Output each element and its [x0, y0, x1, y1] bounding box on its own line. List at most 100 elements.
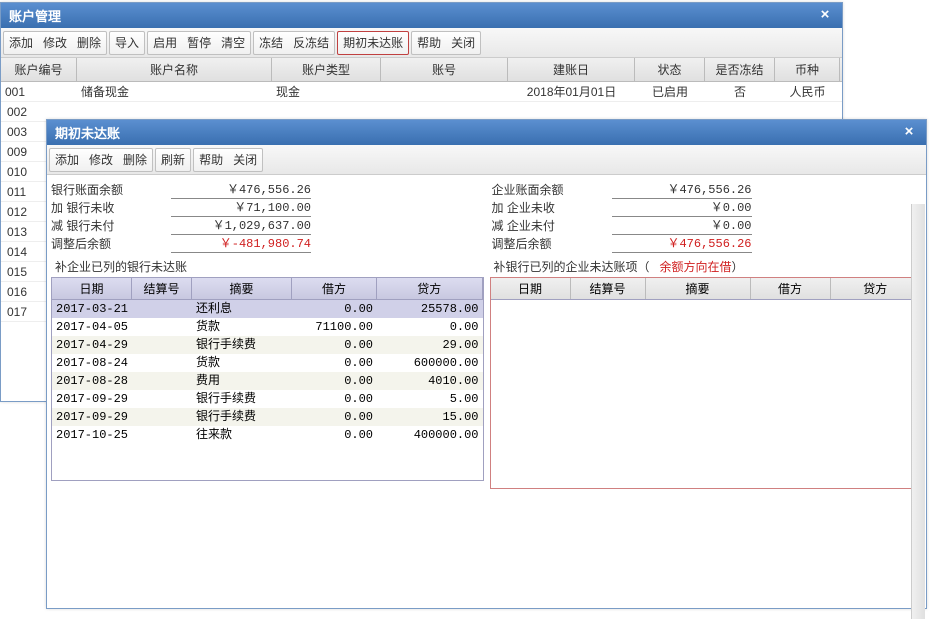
bank-summary: 银行账面余额￥476,556.26加 银行未收￥71,100.00减 银行未付￥… [51, 181, 482, 253]
summary-line: 减 银行未付￥1,029,637.00 [51, 217, 482, 235]
summary-line: 银行账面余额￥476,556.26 [51, 181, 482, 199]
table-row[interactable]: 017 [1, 302, 49, 322]
close-icon[interactable]: × [900, 124, 918, 142]
table-row[interactable]: 011 [1, 182, 49, 202]
detail-col-header[interactable]: 日期 [491, 278, 571, 299]
toolbar-group: 刷新 [155, 148, 191, 172]
parent-col-header[interactable]: 账户名称 [77, 58, 272, 81]
toolbar-button-修改[interactable]: 修改 [84, 149, 118, 171]
detail-col-header[interactable]: 摘要 [192, 278, 292, 299]
table-row[interactable]: 2017-09-29银行手续费0.005.00 [52, 390, 483, 408]
left-grid-body[interactable]: 2017-03-21还利息0.0025578.002017-04-05货款711… [52, 300, 483, 480]
close-icon[interactable]: × [816, 7, 834, 25]
toolbar-button-帮助[interactable]: 帮助 [194, 149, 228, 171]
parent-col-header[interactable]: 账户编号 [1, 58, 77, 81]
summary-line: 加 银行未收￥71,100.00 [51, 199, 482, 217]
detail-area: 补企业已列的银行未达账 日期结算号摘要借方贷方 2017-03-21还利息0.0… [47, 255, 926, 489]
left-grid-header: 日期结算号摘要借方贷方 [52, 278, 483, 300]
toolbar-button-帮助[interactable]: 帮助 [412, 32, 446, 54]
detail-col-header[interactable]: 借方 [292, 278, 377, 299]
parent-col-header[interactable]: 是否冻结 [705, 58, 775, 81]
table-row[interactable]: 2017-08-24货款0.00600000.00 [52, 354, 483, 372]
parent-grid-body: 001储备现金现金2018年01月01日已启用否人民币 [1, 82, 842, 102]
right-detail-panel: 补银行已列的企业未达账项（余额方向在借） 日期结算号摘要借方贷方 [490, 255, 923, 489]
parent-row-ids: 002003009010011012013014015016017 [1, 102, 49, 322]
table-row[interactable]: 010 [1, 162, 49, 182]
toolbar-button-清空[interactable]: 清空 [216, 32, 250, 54]
left-detail-panel: 补企业已列的银行未达账 日期结算号摘要借方贷方 2017-03-21还利息0.0… [51, 255, 484, 489]
table-row[interactable]: 001储备现金现金2018年01月01日已启用否人民币 [1, 82, 842, 102]
parent-col-header[interactable]: 建账日 [508, 58, 635, 81]
toolbar-group: 帮助关闭 [193, 148, 263, 172]
toolbar-group: 帮助关闭 [411, 31, 481, 55]
summary-line: 调整后余额￥-481,980.74 [51, 235, 482, 253]
table-row[interactable]: 2017-04-29银行手续费0.0029.00 [52, 336, 483, 354]
summary-line: 减 企业未付￥0.00 [492, 217, 923, 235]
summary-area: 银行账面余额￥476,556.26加 银行未收￥71,100.00减 银行未付￥… [47, 175, 926, 255]
toolbar-button-暂停[interactable]: 暂停 [182, 32, 216, 54]
summary-line: 加 企业未收￥0.00 [492, 199, 923, 217]
parent-titlebar[interactable]: 账户管理 × [1, 3, 842, 28]
left-caption: 补企业已列的银行未达账 [51, 255, 484, 277]
toolbar-button-修改[interactable]: 修改 [38, 32, 72, 54]
toolbar-button-期初未达账[interactable]: 期初未达账 [338, 32, 408, 54]
toolbar-button-冻结[interactable]: 冻结 [254, 32, 288, 54]
toolbar-button-添加[interactable]: 添加 [4, 32, 38, 54]
child-titlebar[interactable]: 期初未达账 × [47, 120, 926, 145]
toolbar-button-删除[interactable]: 删除 [72, 32, 106, 54]
toolbar-group: 期初未达账 [337, 31, 409, 55]
table-row[interactable]: 012 [1, 202, 49, 222]
vertical-scrollbar[interactable] [911, 204, 925, 619]
toolbar-button-删除[interactable]: 删除 [118, 149, 152, 171]
toolbar-button-关闭[interactable]: 关闭 [228, 149, 262, 171]
parent-grid-header: 账户编号账户名称账户类型账号建账日状态是否冻结币种 [1, 58, 842, 82]
table-row[interactable]: 2017-10-25往来款0.00400000.00 [52, 426, 483, 444]
right-grid-body[interactable] [491, 300, 922, 488]
right-grid-header: 日期结算号摘要借方贷方 [491, 278, 922, 300]
table-row[interactable]: 2017-09-29银行手续费0.0015.00 [52, 408, 483, 426]
toolbar-group: 添加修改删除 [49, 148, 153, 172]
detail-col-header[interactable]: 贷方 [377, 278, 483, 299]
table-row[interactable]: 016 [1, 282, 49, 302]
summary-line: 企业账面余额￥476,556.26 [492, 181, 923, 199]
table-row[interactable]: 002 [1, 102, 49, 122]
table-row[interactable]: 013 [1, 222, 49, 242]
enterprise-summary: 企业账面余额￥476,556.26加 企业未收￥0.00减 企业未付￥0.00调… [492, 181, 923, 253]
table-row[interactable]: 003 [1, 122, 49, 142]
right-grid: 日期结算号摘要借方贷方 [490, 277, 923, 489]
toolbar-button-反冻结[interactable]: 反冻结 [288, 32, 334, 54]
toolbar-group: 添加修改删除 [3, 31, 107, 55]
toolbar-button-添加[interactable]: 添加 [50, 149, 84, 171]
table-row[interactable]: 015 [1, 262, 49, 282]
toolbar-group: 冻结反冻结 [253, 31, 335, 55]
detail-col-header[interactable]: 日期 [52, 278, 132, 299]
summary-line: 调整后余额￥476,556.26 [492, 235, 923, 253]
table-row[interactable]: 2017-04-05货款71100.000.00 [52, 318, 483, 336]
detail-col-header[interactable]: 摘要 [646, 278, 751, 299]
parent-title: 账户管理 [9, 6, 61, 25]
right-caption: 补银行已列的企业未达账项（余额方向在借） [490, 255, 923, 277]
toolbar-button-导入[interactable]: 导入 [110, 32, 144, 54]
parent-toolbar: 添加修改删除导入启用暂停清空冻结反冻结期初未达账帮助关闭 [1, 28, 842, 58]
detail-col-header[interactable]: 借方 [751, 278, 831, 299]
toolbar-group: 启用暂停清空 [147, 31, 251, 55]
child-toolbar: 添加修改删除刷新帮助关闭 [47, 145, 926, 175]
parent-col-header[interactable]: 币种 [775, 58, 840, 81]
toolbar-button-关闭[interactable]: 关闭 [446, 32, 480, 54]
table-row[interactable]: 014 [1, 242, 49, 262]
table-row[interactable]: 009 [1, 142, 49, 162]
child-title: 期初未达账 [55, 123, 120, 142]
toolbar-button-刷新[interactable]: 刷新 [156, 149, 190, 171]
toolbar-group: 导入 [109, 31, 145, 55]
opening-unreconciled-window: 期初未达账 × 添加修改删除刷新帮助关闭 银行账面余额￥476,556.26加 … [46, 119, 927, 609]
parent-col-header[interactable]: 账号 [381, 58, 508, 81]
table-row[interactable]: 2017-03-21还利息0.0025578.00 [52, 300, 483, 318]
detail-col-header[interactable]: 结算号 [571, 278, 646, 299]
parent-col-header[interactable]: 状态 [635, 58, 705, 81]
table-row[interactable]: 2017-08-28费用0.004010.00 [52, 372, 483, 390]
left-grid: 日期结算号摘要借方贷方 2017-03-21还利息0.0025578.00201… [51, 277, 484, 481]
detail-col-header[interactable]: 贷方 [831, 278, 922, 299]
toolbar-button-启用[interactable]: 启用 [148, 32, 182, 54]
detail-col-header[interactable]: 结算号 [132, 278, 192, 299]
parent-col-header[interactable]: 账户类型 [272, 58, 381, 81]
